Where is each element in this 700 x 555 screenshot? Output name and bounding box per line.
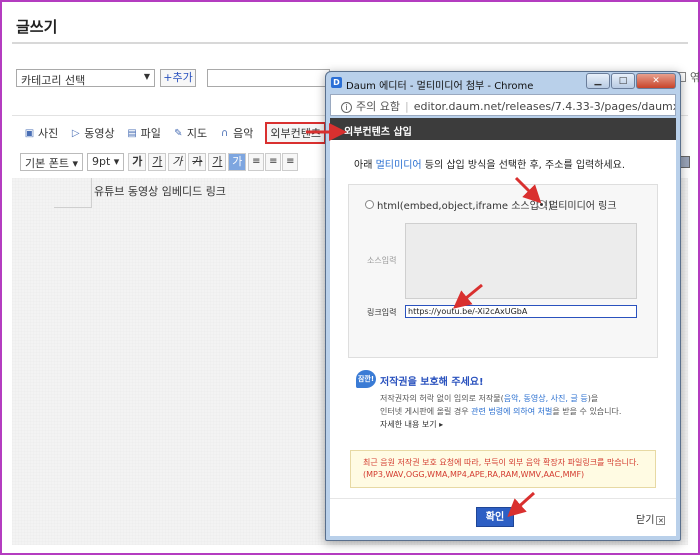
file-icon: ▤	[127, 127, 137, 139]
title-divider	[12, 42, 688, 44]
copyright-line-1: 저작권자의 허락 없이 임의로 저작물(음악, 동영상, 사진, 글 등)을	[380, 392, 660, 405]
copyright-title: 저작권을 보호해 주세요!	[380, 377, 484, 388]
multimedia-popup-window: D Daum 에디터 - 멀티미디어 첨부 - Chrome ▁ □ ✕ i 주의…	[325, 71, 681, 541]
footer-divider	[330, 498, 676, 499]
radio-link-option[interactable]: 멀티미디어 링크	[537, 197, 617, 212]
copyright-line2-post: 을 받을 수 있습니다.	[552, 407, 622, 416]
radio-html-option[interactable]: html(embed,object,iframe 소스입력)	[365, 197, 552, 212]
copyright-body: 저작권자의 허락 없이 임의로 저작물(음악, 동영상, 사진, 글 등)을 인…	[380, 392, 660, 431]
copyright-line2-pre: 인터넷 게시판에 올릴 경우	[380, 407, 472, 416]
map-button[interactable]: ✎ 지도	[173, 125, 207, 141]
close-button[interactable]: 닫기 ✕	[636, 511, 666, 526]
map-label: 지도	[186, 127, 208, 140]
confirm-button[interactable]: 확인	[476, 507, 514, 527]
toolbar-more-icon[interactable]	[680, 156, 690, 168]
bold-button[interactable]: 가	[128, 153, 147, 171]
italic-button[interactable]: 가	[168, 153, 187, 171]
minimize-button[interactable]: ▁	[586, 73, 610, 89]
video-label: 동영상	[84, 127, 115, 140]
source-textarea[interactable]	[405, 223, 637, 299]
photo-button[interactable]: ▣ 사진	[24, 125, 58, 141]
copyright-line2-hl: 관련 법령에 의하여 처벌	[471, 407, 553, 416]
map-pin-icon: ✎	[174, 127, 183, 139]
font-family-value: 기본 폰트	[25, 157, 69, 170]
window-titlebar[interactable]: D Daum 에디터 - 멀티미디어 첨부 - Chrome ▁ □ ✕	[326, 72, 680, 94]
radio-html-label: html(embed,object,iframe 소스입력)	[377, 201, 552, 212]
security-label: 주의 요함	[356, 100, 400, 113]
bg-color-button[interactable]: 가	[228, 153, 247, 171]
category-select[interactable]: 카테고리 선택 ▼	[16, 69, 155, 87]
option-label: 엮	[690, 71, 700, 84]
file-label: 파일	[140, 127, 161, 140]
headphones-icon: ∩	[220, 127, 229, 139]
instruction-pre: 아래	[354, 160, 376, 171]
add-category-button[interactable]: +추가	[160, 69, 196, 87]
window-close-button[interactable]: ✕	[636, 73, 676, 89]
link-input[interactable]: https://youtu.be/-Xi2cAxUGbA	[405, 305, 637, 318]
music-button[interactable]: ∩ 음악	[219, 125, 253, 141]
instruction-post: 등의 삽입 방식을 선택한 후, 주소를 입력하세요.	[421, 160, 626, 171]
audio-warning-box: 최근 음원 저작권 보호 요청에 따라, 부득이 외부 음악 확장자 파일링크를…	[350, 450, 656, 488]
external-content-button[interactable]: 외부컨텐츠	[265, 122, 326, 144]
align-right-button[interactable]: ≡	[282, 153, 299, 171]
align-center-button[interactable]: ≡	[265, 153, 282, 171]
address-separator: |	[404, 100, 409, 113]
copyright-line1-post: )을	[587, 394, 599, 403]
music-label: 음악	[233, 127, 254, 140]
source-label: 소스입력	[367, 256, 397, 265]
copyright-line1-pre: 저작권자의 허락 없이 임의로 저작물(	[380, 394, 504, 403]
video-icon: ▷	[71, 127, 80, 139]
category-select-value: 카테고리 선택	[21, 74, 86, 87]
format-toolbar: 기본 폰트 ▾ 9pt ▾ 가 가 가 가 가 가 ≡ ≡ ≡	[20, 152, 299, 172]
close-label: 닫기	[636, 515, 655, 526]
post-title-input[interactable]	[207, 69, 330, 87]
dialog-body: 외부컨텐츠 삽입 아래 멀티미디어 등의 삽입 방식을 선택한 후, 주소를 입…	[330, 118, 676, 536]
align-left-button[interactable]: ≡	[248, 153, 265, 171]
instruction-text: 아래 멀티미디어 등의 삽입 방식을 선택한 후, 주소를 입력하세요.	[354, 156, 625, 171]
strikethrough-button[interactable]: 가	[188, 153, 207, 171]
page-title: 글쓰기	[16, 18, 58, 36]
photo-icon: ▣	[24, 127, 35, 139]
copyright-line-2: 인터넷 게시판에 올릴 경우 관련 법령에 의하여 처벌을 받을 수 있습니다.	[380, 405, 660, 418]
font-size-select[interactable]: 9pt ▾	[87, 153, 125, 171]
font-size-value: 9pt	[92, 155, 111, 168]
dialog-header: 외부컨텐츠 삽입	[330, 118, 676, 140]
photo-label: 사진	[38, 127, 59, 140]
insert-options-panel: html(embed,object,iframe 소스입력) 멀티미디어 링크 …	[348, 184, 658, 358]
instruction-highlight: 멀티미디어	[375, 160, 422, 171]
file-button[interactable]: ▤ 파일	[127, 125, 161, 141]
video-button[interactable]: ▷ 동영상	[70, 125, 115, 141]
text-color-button[interactable]: 가	[208, 153, 227, 171]
radio-html[interactable]	[365, 200, 374, 209]
font-family-select[interactable]: 기본 폰트 ▾	[20, 153, 84, 171]
attach-toolbar: ▣ 사진 ▷ 동영상 ▤ 파일 ✎ 지도 ∩ 음악 외부컨텐츠	[24, 122, 338, 144]
window-title: Daum 에디터 - 멀티미디어 첨부 - Chrome	[346, 81, 534, 92]
info-icon: i	[341, 102, 352, 113]
editor-content: 유튜브 동영상 임베디드 링크	[94, 185, 226, 198]
notice-badge-icon: 잠깐!	[356, 370, 376, 388]
radio-link[interactable]	[537, 200, 546, 209]
underline-button[interactable]: 가	[148, 153, 167, 171]
window-controls: ▁ □ ✕	[585, 73, 676, 89]
warning-line-1: 최근 음원 저작권 보호 요청에 따라, 부득이 외부 음악 확장자 파일링크를…	[363, 458, 639, 467]
warning-line-2: (MP3,WAV,OGG,WMA,MP4,APE,RA,RAM,WMV,AAC,…	[363, 470, 585, 479]
copyright-line1-hl: 음악, 동영상, 사진, 글 등	[503, 394, 588, 403]
chevron-down-icon: ▼	[143, 72, 150, 81]
daum-logo-icon: D	[331, 77, 342, 88]
close-icon: ✕	[656, 515, 666, 525]
address-bar[interactable]: i 주의 요함 | editor.daum.net/releases/7.4.33-3…	[330, 94, 676, 116]
maximize-button[interactable]: □	[611, 73, 635, 89]
radio-link-label: 멀티미디어 링크	[549, 201, 617, 212]
link-label: 링크입력	[367, 308, 397, 317]
editor-gutter	[54, 178, 92, 208]
address-url: editor.daum.net/releases/7.4.33-3/pages/…	[413, 100, 676, 113]
copyright-more-link[interactable]: 자세한 내용 보기 ▸	[380, 418, 660, 431]
